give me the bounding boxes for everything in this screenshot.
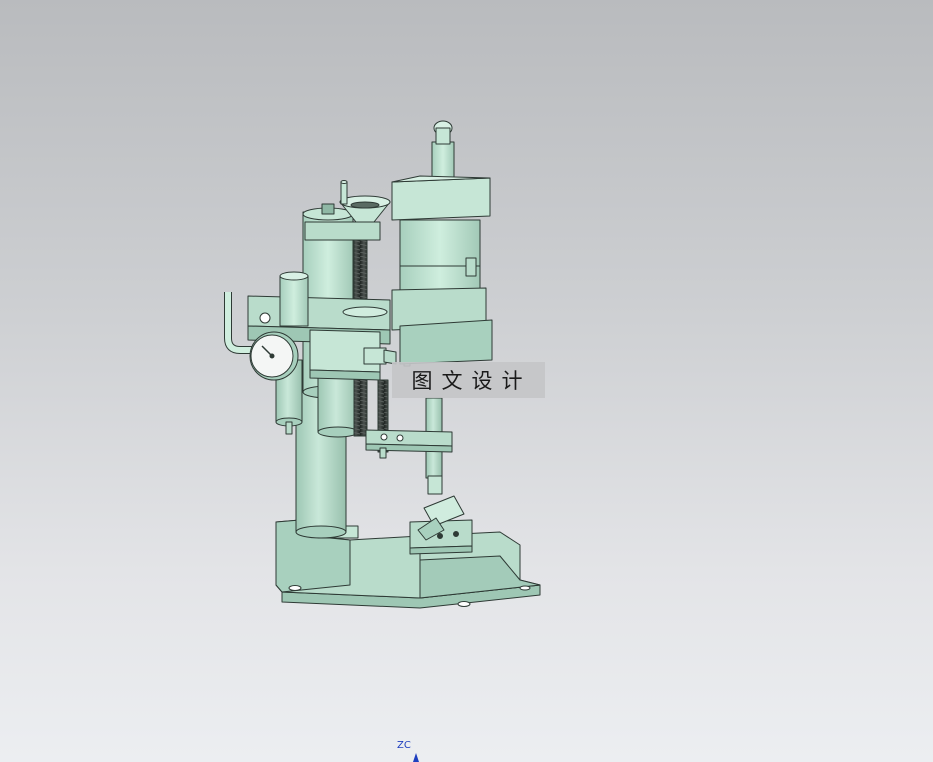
z-axis-arrow-icon [413,753,419,762]
pressure-gauge-icon [249,331,299,381]
cad-graphics-viewport[interactable]: 图文设计 ZC [0,0,933,762]
v-block-fixture [409,495,473,555]
z-axis-label: ZC [397,740,411,751]
watermark-label: 图文设计 [392,362,545,398]
coordinate-triad: ZC [396,740,426,762]
